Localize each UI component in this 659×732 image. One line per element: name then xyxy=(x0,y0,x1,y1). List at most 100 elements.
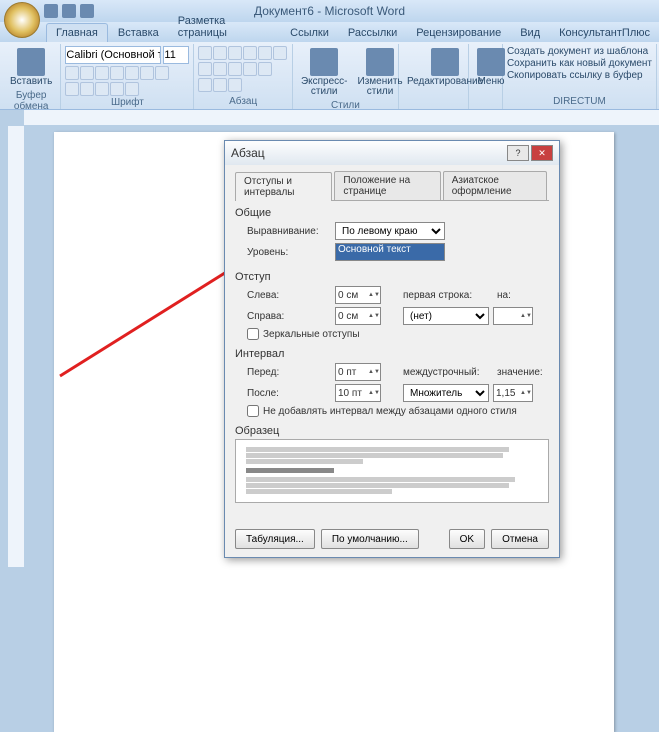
before-label: Перед: xyxy=(247,367,331,378)
shrink-font-button[interactable] xyxy=(110,82,124,96)
mirror-label: Зеркальные отступы xyxy=(263,329,360,340)
change-styles-label: Изменить стили xyxy=(358,77,403,97)
quick-styles-button[interactable]: Экспресс-стили xyxy=(297,46,352,99)
subscript-button[interactable] xyxy=(125,66,139,80)
qat-undo-icon[interactable] xyxy=(62,4,76,18)
dialog-tabs: Отступы и интервалы Положение на страниц… xyxy=(235,171,549,201)
multilevel-button[interactable] xyxy=(228,46,242,60)
superscript-button[interactable] xyxy=(140,66,154,80)
shading-button[interactable] xyxy=(198,78,212,92)
dialog-help-button[interactable]: ? xyxy=(507,145,529,161)
show-marks-button[interactable] xyxy=(228,78,242,92)
line-spacing-label: междустрочный: xyxy=(403,367,493,378)
ok-button[interactable]: OK xyxy=(449,529,485,549)
tab-home[interactable]: Главная xyxy=(46,23,108,42)
ruler-horizontal[interactable] xyxy=(24,110,659,126)
bold-button[interactable] xyxy=(65,66,79,80)
office-button[interactable] xyxy=(4,2,40,38)
after-label: После: xyxy=(247,388,331,399)
preview-box xyxy=(235,439,549,503)
clear-format-button[interactable] xyxy=(125,82,139,96)
tab-insert[interactable]: Вставка xyxy=(109,24,168,42)
font-color-button[interactable] xyxy=(80,82,94,96)
right-label: Справа: xyxy=(247,311,331,322)
underline-button[interactable] xyxy=(95,66,109,80)
grow-font-button[interactable] xyxy=(95,82,109,96)
align-label: Выравнивание: xyxy=(247,226,331,237)
strike-button[interactable] xyxy=(110,66,124,80)
bullets-button[interactable] xyxy=(198,46,212,60)
first-line-combo[interactable]: (нет) xyxy=(403,307,489,325)
case-button[interactable] xyxy=(155,66,169,80)
dlg-tab-indents[interactable]: Отступы и интервалы xyxy=(235,172,332,201)
directum-template[interactable]: Создать документ из шаблона xyxy=(507,46,652,57)
dlg-tab-position[interactable]: Положение на странице xyxy=(334,171,440,200)
sort-button[interactable] xyxy=(273,46,287,60)
left-spin[interactable]: 0 см▲▼ xyxy=(335,286,381,304)
font-size-combo[interactable] xyxy=(163,46,189,64)
indent-inc-button[interactable] xyxy=(258,46,272,60)
by-label: на: xyxy=(497,290,527,301)
noadd-checkbox[interactable] xyxy=(247,405,259,417)
dlg-tab-asian[interactable]: Азиатское оформление xyxy=(443,171,547,200)
tab-layout[interactable]: Разметка страницы xyxy=(169,12,280,42)
group-editing: Редактирование xyxy=(399,44,469,109)
tab-consultant[interactable]: КонсультантПлюс xyxy=(550,24,659,42)
tab-mailings[interactable]: Рассылки xyxy=(339,24,406,42)
title-bar: Документ6 - Microsoft Word xyxy=(0,0,659,22)
line-spacing-button[interactable] xyxy=(258,62,272,76)
italic-button[interactable] xyxy=(80,66,94,80)
numbering-button[interactable] xyxy=(213,46,227,60)
paste-icon xyxy=(17,48,45,76)
tab-view[interactable]: Вид xyxy=(511,24,549,42)
ribbon-tabs: Главная Вставка Разметка страницы Ссылки… xyxy=(0,22,659,42)
align-center-button[interactable] xyxy=(213,62,227,76)
paste-button[interactable]: Вставить xyxy=(6,46,56,89)
qat-save-icon[interactable] xyxy=(44,4,58,18)
group-font: Шрифт xyxy=(61,44,194,109)
indent-dec-button[interactable] xyxy=(243,46,257,60)
borders-button[interactable] xyxy=(213,78,227,92)
tab-review[interactable]: Рецензирование xyxy=(407,24,510,42)
group-font-label: Шрифт xyxy=(65,96,189,108)
default-button[interactable]: По умолчанию... xyxy=(321,529,419,549)
paste-label: Вставить xyxy=(10,77,52,87)
find-icon xyxy=(431,48,459,76)
group-directum: Создать документ из шаблона Сохранить ка… xyxy=(503,44,657,109)
right-spin[interactable]: 0 см▲▼ xyxy=(335,307,381,325)
tab-references[interactable]: Ссылки xyxy=(281,24,338,42)
before-spin[interactable]: 0 пт▲▼ xyxy=(335,363,381,381)
group-paragraph-label: Абзац xyxy=(198,95,288,107)
align-left-button[interactable] xyxy=(198,62,212,76)
align-right-button[interactable] xyxy=(228,62,242,76)
mirror-checkbox[interactable] xyxy=(247,328,259,340)
dialog-close-button[interactable]: ✕ xyxy=(531,145,553,161)
group-styles: Экспресс-стили Изменить стили Стили xyxy=(293,44,399,109)
at-label: значение: xyxy=(497,367,545,378)
cancel-button[interactable]: Отмена xyxy=(491,529,549,549)
align-combo[interactable]: По левому краю xyxy=(335,222,445,240)
menu-label: Меню xyxy=(477,77,504,87)
directum-copy-link[interactable]: Скопировать ссылку в буфер xyxy=(507,70,652,81)
quick-access-toolbar xyxy=(44,4,94,18)
directum-save-new[interactable]: Сохранить как новый документ xyxy=(507,58,652,69)
section-spacing: Интервал xyxy=(235,348,549,360)
dialog-buttons: Табуляция... По умолчанию... OK Отмена xyxy=(225,525,559,557)
at-spin[interactable]: 1,15▲▼ xyxy=(493,384,533,402)
highlight-button[interactable] xyxy=(65,82,79,96)
ruler-vertical[interactable] xyxy=(8,126,24,567)
font-name-combo[interactable] xyxy=(65,46,161,64)
level-combo[interactable]: Основной текст xyxy=(335,243,445,261)
align-justify-button[interactable] xyxy=(243,62,257,76)
qat-redo-icon[interactable] xyxy=(80,4,94,18)
after-spin[interactable]: 10 пт▲▼ xyxy=(335,384,381,402)
dialog-titlebar[interactable]: Абзац ? ✕ xyxy=(225,141,559,165)
by-spin[interactable]: ▲▼ xyxy=(493,307,533,325)
line-spacing-combo[interactable]: Множитель xyxy=(403,384,489,402)
tabs-button[interactable]: Табуляция... xyxy=(235,529,315,549)
left-label: Слева: xyxy=(247,290,331,301)
group-editing-label xyxy=(403,106,464,107)
group-menu-label xyxy=(473,106,498,107)
section-indent: Отступ xyxy=(235,271,549,283)
menu-icon xyxy=(477,48,505,76)
